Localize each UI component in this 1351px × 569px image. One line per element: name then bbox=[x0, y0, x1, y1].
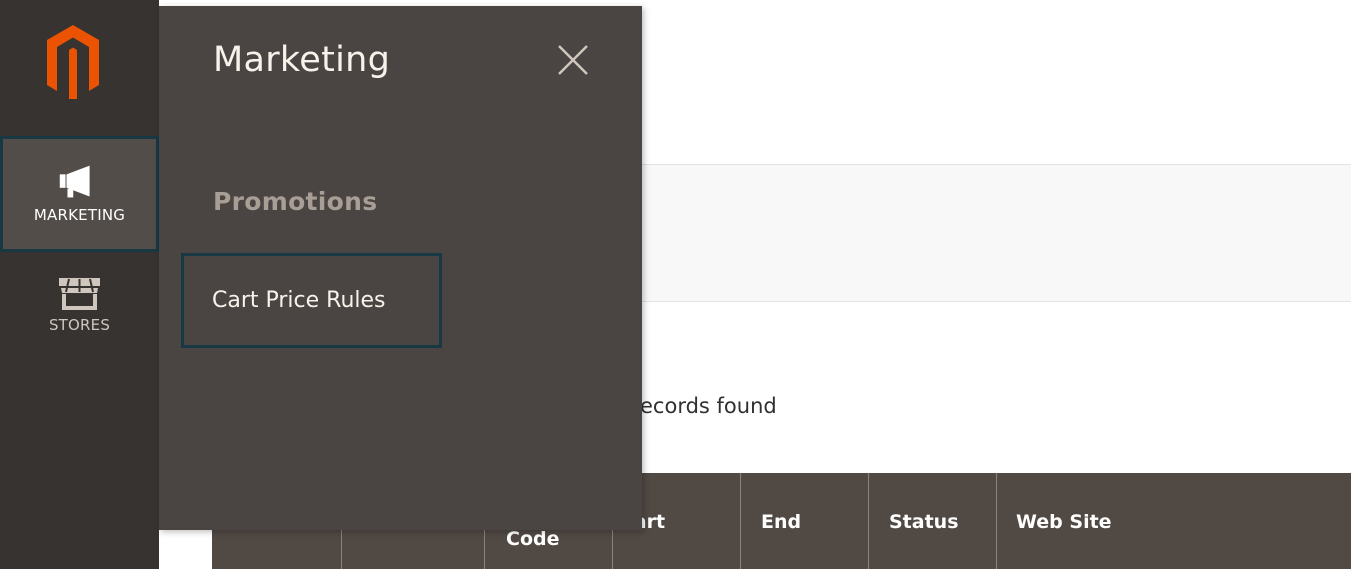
storefront-icon bbox=[59, 278, 100, 310]
grid-col-status[interactable]: Status bbox=[868, 473, 997, 569]
grid-gutter bbox=[159, 530, 212, 569]
grid-col-website[interactable]: Web Site bbox=[996, 473, 1351, 569]
menu-link-cart-price-rules[interactable]: Cart Price Rules bbox=[181, 253, 442, 348]
menu-link-label: Cart Price Rules bbox=[212, 288, 386, 313]
records-found-text: ecords found bbox=[640, 394, 777, 418]
magento-logo[interactable] bbox=[47, 25, 99, 99]
sidebar-item-label: STORES bbox=[48, 316, 111, 334]
sidebar-item-marketing[interactable]: MARKETING bbox=[0, 136, 159, 252]
grid-col-label: Web Site bbox=[1016, 511, 1112, 533]
marketing-submenu: Marketing Promotions Cart Price Rules bbox=[159, 6, 642, 530]
grid-col-label: End bbox=[761, 511, 802, 533]
grid-col-label: Code bbox=[506, 528, 560, 550]
megaphone-icon bbox=[59, 165, 90, 198]
close-icon[interactable] bbox=[555, 42, 591, 78]
grid-col-label: Status bbox=[889, 511, 959, 533]
submenu-title: Marketing bbox=[213, 40, 391, 80]
submenu-section-promotions: Promotions bbox=[213, 187, 378, 216]
sidebar-item-stores[interactable]: STORES bbox=[0, 256, 159, 352]
filter-area bbox=[642, 165, 1351, 302]
grid-col-end[interactable]: End bbox=[740, 473, 869, 569]
sidebar-item-label: MARKETING bbox=[33, 206, 126, 224]
admin-sidebar: MARKETING STORES bbox=[0, 0, 159, 569]
